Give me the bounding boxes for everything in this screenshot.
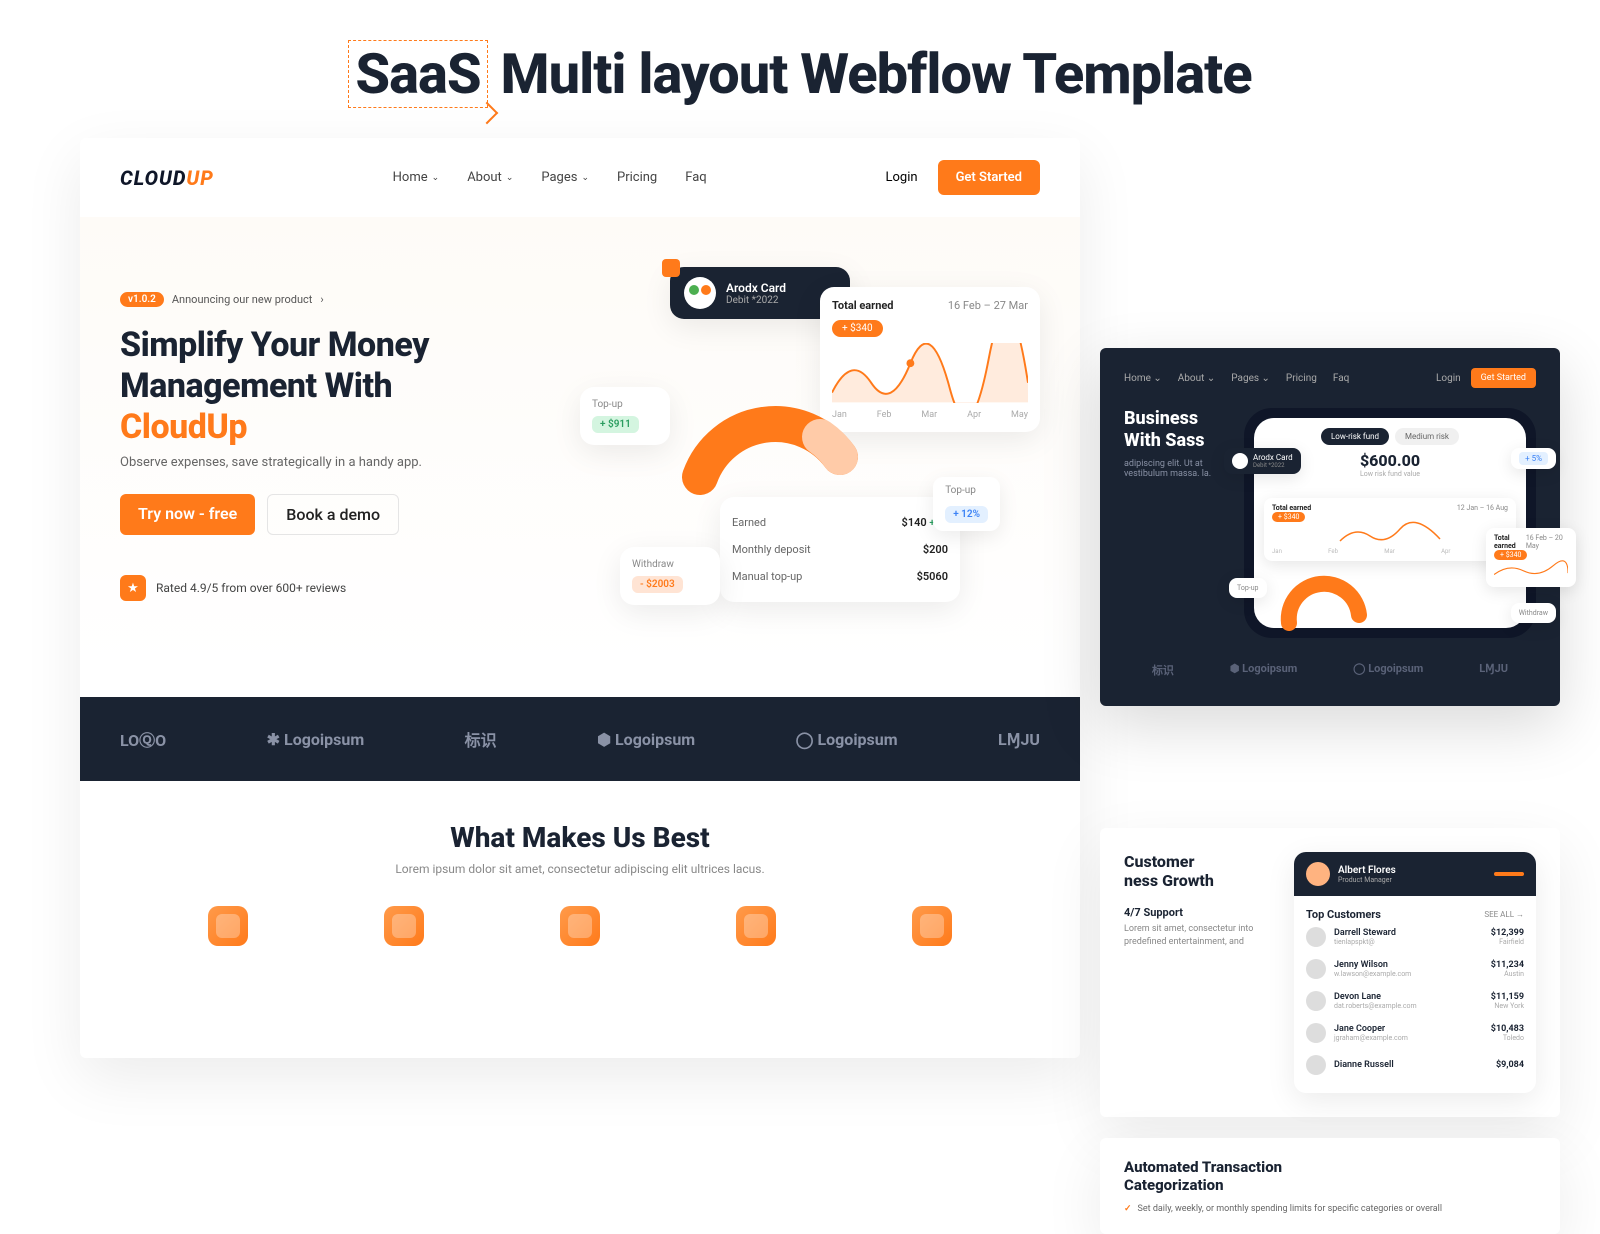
partner-logo: ⬢ Logoipsum — [597, 730, 695, 749]
avatar-icon — [1306, 1023, 1326, 1043]
nav-pricing[interactable]: Pricing — [1286, 373, 1317, 384]
pct-badge: + 5% — [1511, 448, 1556, 469]
nav-pricing[interactable]: Pricing — [617, 170, 657, 185]
fund-amount: $600.00 — [1264, 451, 1516, 470]
customer-row[interactable]: Dianne Russell$9,084 — [1306, 1049, 1524, 1081]
avatar-icon — [1306, 1055, 1326, 1075]
partner-logo: ◯ Logoipsum — [796, 730, 898, 749]
book-demo-button[interactable]: Book a demo — [267, 494, 399, 535]
topup-card: Top-up + $911 — [580, 387, 670, 445]
customer-row[interactable]: Devon Lanedat.roberts@example.com$11,159… — [1306, 985, 1524, 1017]
logo-strip-dark: 标识⬢ Logoipsum◯ LogoipsumLⱮJU — [1124, 662, 1536, 678]
login-link[interactable]: Login — [886, 170, 918, 185]
nav-home[interactable]: Home ⌄ — [1124, 373, 1162, 384]
stats-card: Top-up + 12% Earned$140 +3% Monthly depo… — [720, 497, 960, 602]
nav-faq[interactable]: Faq — [1333, 373, 1349, 384]
avatar-icon — [1306, 927, 1326, 947]
preview-main: CLOUDUP Home⌄ About⌄ Pages⌄ Pricing Faq … — [80, 138, 1080, 1058]
withdraw-mini: Withdraw — [1511, 603, 1556, 623]
withdraw-card: Withdraw - $2003 — [620, 547, 720, 605]
checklist-item: Set daily, weekly, or monthly spending l… — [1124, 1204, 1536, 1214]
saas-highlight: SaaS — [348, 40, 487, 108]
section-title: Automated TransactionCategorization — [1124, 1158, 1536, 1194]
mini-chart: Total earned12 Jan – 16 Aug + $340 JanFe… — [1264, 498, 1516, 561]
feature-icon — [736, 906, 776, 946]
partner-logo: ✱ Logoipsum — [267, 730, 365, 749]
logo[interactable]: CLOUDUP — [120, 166, 214, 190]
logo-strip: LOⓆO ✱ Logoipsum 标识 ⬢ Logoipsum ◯ Logoip… — [80, 697, 1080, 781]
topup-mini: Top-up — [1229, 578, 1267, 598]
feature-icons — [80, 876, 1080, 956]
avatar-icon — [1306, 862, 1330, 886]
feature-icon — [912, 906, 952, 946]
section-title: What Makes Us Best — [80, 821, 1080, 854]
customer-row[interactable]: Jane Cooperjgraham@example.com$10,483Tol… — [1306, 1017, 1524, 1049]
feature-label: 4/7 Support — [1124, 906, 1274, 919]
nav-pages[interactable]: Pages ⌄ — [1231, 373, 1270, 384]
chevron-down-icon: ⌄ — [581, 173, 589, 183]
avatar-icon — [1306, 959, 1326, 979]
tab-low-risk[interactable]: Low-risk fund — [1321, 428, 1389, 445]
arc-chart-icon — [670, 347, 870, 507]
hero-subtitle: adipiscing elit. Ut at vestibulum massa.… — [1124, 459, 1234, 479]
get-started-button[interactable]: Get Started — [938, 160, 1040, 195]
card-accent-icon — [662, 259, 680, 277]
chevron-down-icon: ⌄ — [506, 173, 514, 183]
menu-icon[interactable] — [1494, 872, 1524, 876]
star-icon: ★ — [120, 575, 146, 601]
chevron-right-icon: › — [320, 293, 323, 306]
get-started-button[interactable]: Get Started — [1471, 368, 1536, 388]
nav-faq[interactable]: Faq — [685, 170, 706, 185]
card-chip-icon — [684, 277, 716, 309]
section-subtitle: Lorem ipsum dolor sit amet, consectetur … — [80, 862, 1080, 876]
nav-home[interactable]: Home⌄ — [393, 170, 440, 185]
customer-row[interactable]: Darrell Stewardtienlapspkt@$12,399Fairfi… — [1306, 921, 1524, 953]
topup-tag: Top-up + 12% — [933, 477, 1000, 531]
section-title: Customerness Growth — [1124, 852, 1274, 890]
nav-about[interactable]: About⌄ — [467, 170, 513, 185]
feature-icon — [384, 906, 424, 946]
partner-logo: 标识 — [465, 727, 497, 751]
announcement-badge[interactable]: v1.0.2 Announcing our new product › — [120, 292, 324, 307]
customers-card: Albert FloresProduct Manager Top Custome… — [1294, 852, 1536, 1093]
nav-links: Home⌄ About⌄ Pages⌄ Pricing Faq — [393, 170, 707, 185]
arodx-mini-card: Arodx CardDebit *2022 — [1224, 448, 1301, 474]
see-all-link[interactable]: SEE ALL → — [1484, 910, 1524, 919]
partner-logo: LOⓆO — [120, 727, 166, 751]
hero-title: Simplify Your Money Management With Clou… — [120, 325, 540, 447]
partner-logo: LⱮJU — [998, 730, 1040, 749]
nav-about[interactable]: About ⌄ — [1178, 373, 1216, 384]
mini-chart-2: Total earned16 Feb – 20 May + $340 — [1486, 528, 1576, 587]
feature-icon — [208, 906, 248, 946]
navbar: CLOUDUP Home⌄ About⌄ Pages⌄ Pricing Faq … — [80, 138, 1080, 217]
tab-medium-risk[interactable]: Medium risk — [1395, 428, 1459, 445]
card-title: Top CustomersSEE ALL → — [1306, 908, 1524, 921]
nav-pages[interactable]: Pages⌄ — [541, 170, 589, 185]
card-header: Albert FloresProduct Manager — [1294, 852, 1536, 896]
login-link[interactable]: Login — [1436, 373, 1461, 384]
navbar-dark: Home ⌄ About ⌄ Pages ⌄ Pricing Faq Login… — [1124, 368, 1536, 388]
rating: ★ Rated 4.9/5 from over 600+ reviews — [120, 575, 540, 601]
avatar-icon — [1306, 991, 1326, 1011]
preview-categorization: Automated TransactionCategorization Set … — [1100, 1138, 1560, 1234]
page-heading: SaaS Multi layout Webflow Template — [0, 0, 1600, 138]
hero-subtitle: Observe expenses, save strategically in … — [120, 455, 540, 470]
feature-description: Lorem sit amet, consectetur into predefi… — [1124, 923, 1274, 948]
hero: v1.0.2 Announcing our new product › Simp… — [80, 217, 1080, 667]
arc-mini-icon — [1274, 573, 1374, 633]
hero-illustration: Arodx CardDebit *2022 Total earned16 Feb… — [540, 267, 1040, 647]
preview-customers: Customerness Growth 4/7 Support Lorem si… — [1100, 828, 1560, 1117]
hero-title: BusinessWith Sass — [1124, 408, 1234, 451]
phone-mockup: Arodx CardDebit *2022 Low-risk fundMediu… — [1244, 408, 1536, 638]
try-now-button[interactable]: Try now - free — [120, 494, 255, 535]
preview-dark: Home ⌄ About ⌄ Pages ⌄ Pricing Faq Login… — [1100, 348, 1560, 706]
chevron-down-icon: ⌄ — [432, 173, 440, 183]
customer-row[interactable]: Jenny Wilsonw.lawson@example.com$11,234A… — [1306, 953, 1524, 985]
feature-icon — [560, 906, 600, 946]
